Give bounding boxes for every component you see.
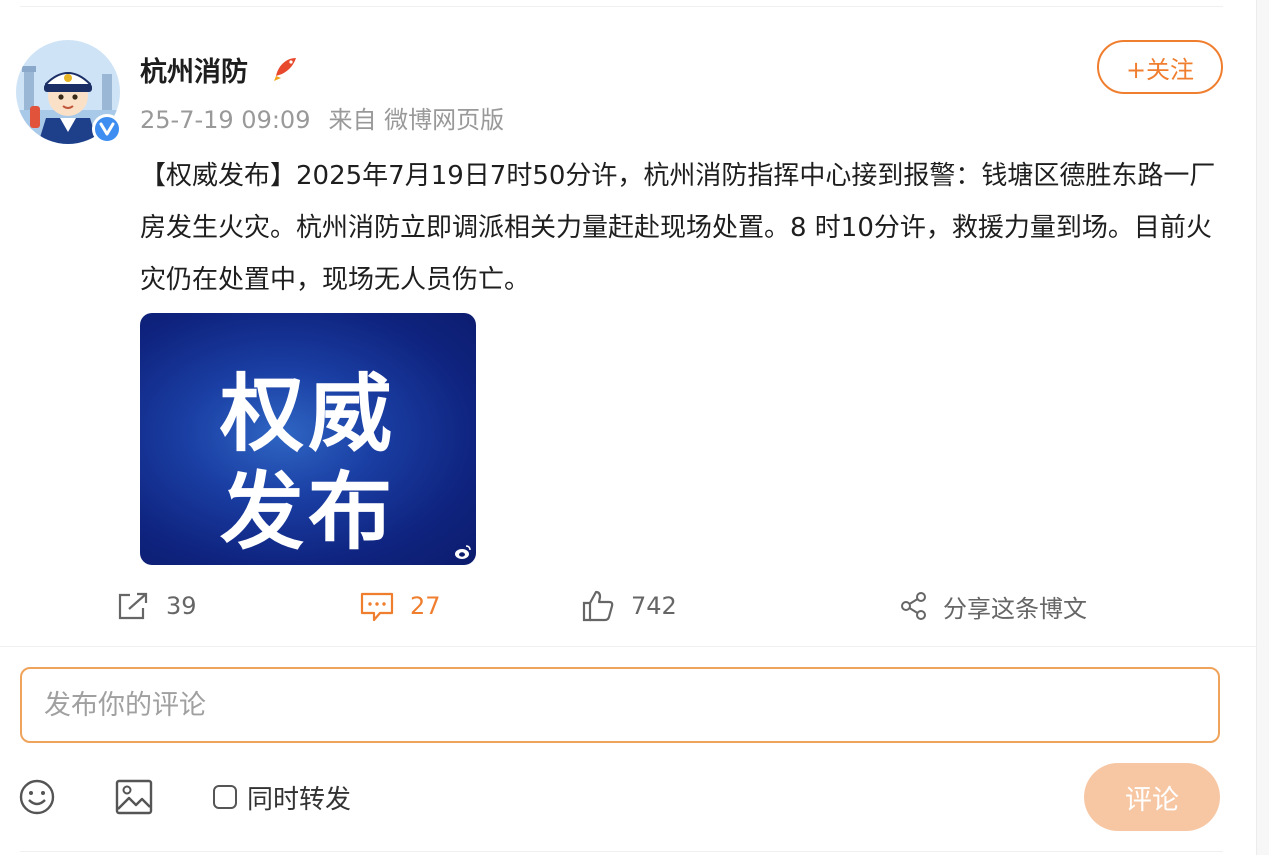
comment-input-box[interactable] (20, 667, 1220, 743)
share-label: 分享这条博文 (943, 594, 1087, 623)
author-name[interactable]: 杭州消防 (140, 50, 248, 89)
forward-button[interactable]: 39 (116, 584, 197, 628)
repost-checkbox[interactable]: 同时转发 (213, 774, 351, 820)
rank-fish-icon (272, 54, 300, 82)
action-bar: 39 27 742 分享这条博文 (0, 584, 1230, 628)
verified-icon (92, 114, 122, 144)
checkbox-box[interactable] (213, 785, 237, 809)
post-timestamp[interactable]: 25-7-19 09:09 (140, 106, 310, 134)
image-upload-button[interactable] (115, 774, 153, 820)
post-meta: 25-7-19 09:09 来自 微博网页版 (140, 100, 504, 135)
section-divider (0, 646, 1257, 647)
share-button[interactable]: 分享这条博文 (899, 584, 1087, 628)
follow-button[interactable]: +关注 (1097, 40, 1223, 94)
comment-icon (360, 592, 394, 622)
like-count: 742 (631, 592, 677, 620)
post-image[interactable]: 权威 发布 (140, 313, 476, 565)
top-divider (20, 6, 1223, 7)
emoji-icon (19, 779, 55, 815)
comment-button[interactable]: 27 (360, 584, 441, 628)
weibo-watermark-icon (455, 545, 471, 559)
forward-count: 39 (166, 592, 197, 620)
post-text: 【权威发布】2025年7月19日7时50分许，杭州消防指挥中心接到报警：钱塘区德… (140, 161, 1216, 295)
bottom-divider (20, 851, 1223, 852)
emoji-button[interactable] (18, 774, 56, 820)
scrollbar[interactable] (1256, 0, 1269, 855)
post-source: 来自 微博网页版 (328, 106, 505, 134)
composer-toolbar: 同时转发 (0, 774, 1230, 820)
post-image-line2: 发布 (219, 463, 396, 561)
repost-label: 同时转发 (247, 784, 352, 815)
comment-input[interactable] (22, 669, 1216, 741)
like-icon (582, 590, 614, 622)
like-button[interactable]: 742 (581, 584, 677, 628)
comment-count: 27 (410, 592, 441, 620)
submit-comment-button[interactable]: 评论 (1084, 763, 1220, 831)
forward-icon (118, 592, 148, 620)
share-icon (901, 592, 926, 620)
image-icon (115, 779, 153, 815)
